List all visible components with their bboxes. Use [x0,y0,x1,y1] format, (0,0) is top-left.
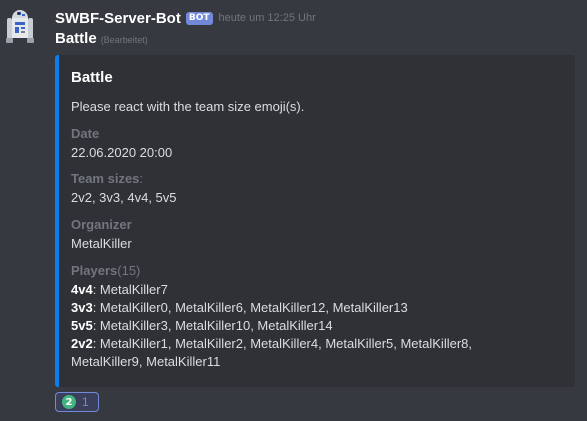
field-organizer-name: Organizer [71,217,132,232]
player-line: 3v3: MetalKiller0, MetalKiller6, MetalKi… [71,299,563,317]
field-date-name: Date [71,126,100,141]
field-team-sizes-name: Team sizes: [71,170,563,188]
player-line: 2v2: MetalKiller1, MetalKiller2, MetalKi… [71,335,563,353]
field-team-sizes-value: 2v2, 3v3, 4v4, 5v5 [71,190,177,205]
embed-title: Battle [71,69,113,86]
reaction-count: 1 [82,395,89,409]
player-line: 5v5: MetalKiller3, MetalKiller10, MetalK… [71,317,563,335]
r2d2-icon [6,10,34,43]
player-line: 4v4: MetalKiller7 [71,281,563,299]
embed-card: Battle Please react with the team size e… [55,55,575,387]
field-team-sizes-colon: : [139,171,144,186]
team-size-label: 3v3 [71,300,93,315]
reaction-button[interactable]: 2 1 [55,392,99,412]
bot-badge: BOT [185,11,213,25]
field-players-value: 4v4: MetalKiller7 3v3: MetalKiller0, Met… [71,281,563,371]
player-list: MetalKiller9, MetalKiller11 [71,354,221,369]
author-name[interactable]: SWBF-Server-Bot [55,10,181,27]
field-date: Date 22.06.2020 20:00 [71,125,563,162]
embed-description: Please react with the team size emoji(s)… [71,99,305,114]
message-header: SWBF-Server-Bot BOT heute um 12:25 Uhr [55,9,316,27]
team-size-label: 2v2 [71,336,93,351]
field-players: Players(15) 4v4: MetalKiller7 3v3: Metal… [71,262,563,371]
field-team-sizes: Team sizes: 2v2, 3v3, 4v4, 5v5 [71,170,563,207]
player-list: : MetalKiller0, MetalKiller6, MetalKille… [92,300,408,315]
message-content: Battle (Bearbeitet) [55,30,148,48]
keycap-two-icon: 2 [62,395,76,409]
message-timestamp[interactable]: heute um 12:25 Uhr [219,12,316,24]
message-text: Battle [55,30,97,47]
field-players-name: Players(15) [71,262,563,280]
field-players-count: (15) [117,263,141,278]
field-players-label: Players [71,263,118,278]
team-size-label: 5v5 [71,318,93,333]
player-line: MetalKiller9, MetalKiller11 [71,353,563,371]
field-organizer-value[interactable]: MetalKiller [71,235,563,253]
player-list: : MetalKiller1, MetalKiller2, MetalKille… [92,336,473,351]
player-list: : MetalKiller7 [92,282,168,297]
team-size-label: 4v4 [71,282,93,297]
bot-avatar[interactable] [6,6,34,44]
player-list: : MetalKiller3, MetalKiller10, MetalKill… [92,318,333,333]
field-team-sizes-label: Team sizes [71,171,140,186]
field-date-value: 22.06.2020 20:00 [71,145,173,160]
field-organizer: Organizer MetalKiller [71,216,563,253]
edited-label: (Bearbeitet) [100,35,148,45]
